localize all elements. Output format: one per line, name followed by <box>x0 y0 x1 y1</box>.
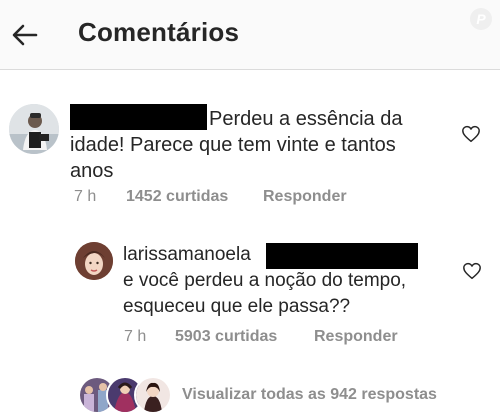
reply-meta: 7 h <box>124 328 146 346</box>
likes-count[interactable]: 1452 curtidas <box>126 188 228 205</box>
reply-text-line-1: e você perdeu a noção do tempo, <box>123 270 407 291</box>
reply-reply-button[interactable]: Responder <box>314 328 398 346</box>
like-button[interactable] <box>461 125 481 143</box>
reply-label[interactable]: Responder <box>314 328 398 345</box>
redacted-username <box>70 104 207 130</box>
watermark-logo: P <box>470 8 492 30</box>
avatar-image <box>9 104 59 154</box>
comment-text-line-1: Perdeu a essência da <box>209 108 403 130</box>
comment-likes[interactable]: 1452 curtidas <box>126 188 228 206</box>
reply-button[interactable]: Responder <box>263 188 347 206</box>
view-all-replies-link[interactable]: Visualizar todas as 942 respostas <box>182 386 437 404</box>
likes-count[interactable]: 5903 curtidas <box>175 328 277 345</box>
heart-icon <box>463 262 481 280</box>
arrow-left-icon <box>12 24 38 46</box>
replies-avatars[interactable] <box>78 374 172 414</box>
comment-text-line-3: anos <box>70 160 114 182</box>
avatar <box>134 376 172 414</box>
reply-time: 7 h <box>124 328 147 345</box>
back-button[interactable] <box>10 20 40 50</box>
heart-icon <box>462 125 480 143</box>
reply-username[interactable]: larissamanoela <box>123 242 251 268</box>
view-all-replies-label[interactable]: Visualizar todas as 942 respostas <box>182 386 437 403</box>
comment-time: 7 h <box>74 188 97 205</box>
reply-like-button[interactable] <box>462 262 482 280</box>
reply-label[interactable]: Responder <box>263 188 347 205</box>
reply-avatar[interactable] <box>75 242 113 280</box>
app-header: Comentários P <box>0 0 500 70</box>
page-title: Comentários <box>78 17 240 47</box>
redacted-text <box>266 243 418 269</box>
avatar-image <box>75 242 113 280</box>
comment-text-line-2: idade! Parece que tem vinte e tantos <box>70 134 396 156</box>
avatar[interactable] <box>9 104 59 154</box>
reply-likes[interactable]: 5903 curtidas <box>175 328 277 346</box>
reply-text-line-2: esqueceu que ele passa?? <box>123 296 351 317</box>
comment-meta: 7 h <box>74 188 96 206</box>
